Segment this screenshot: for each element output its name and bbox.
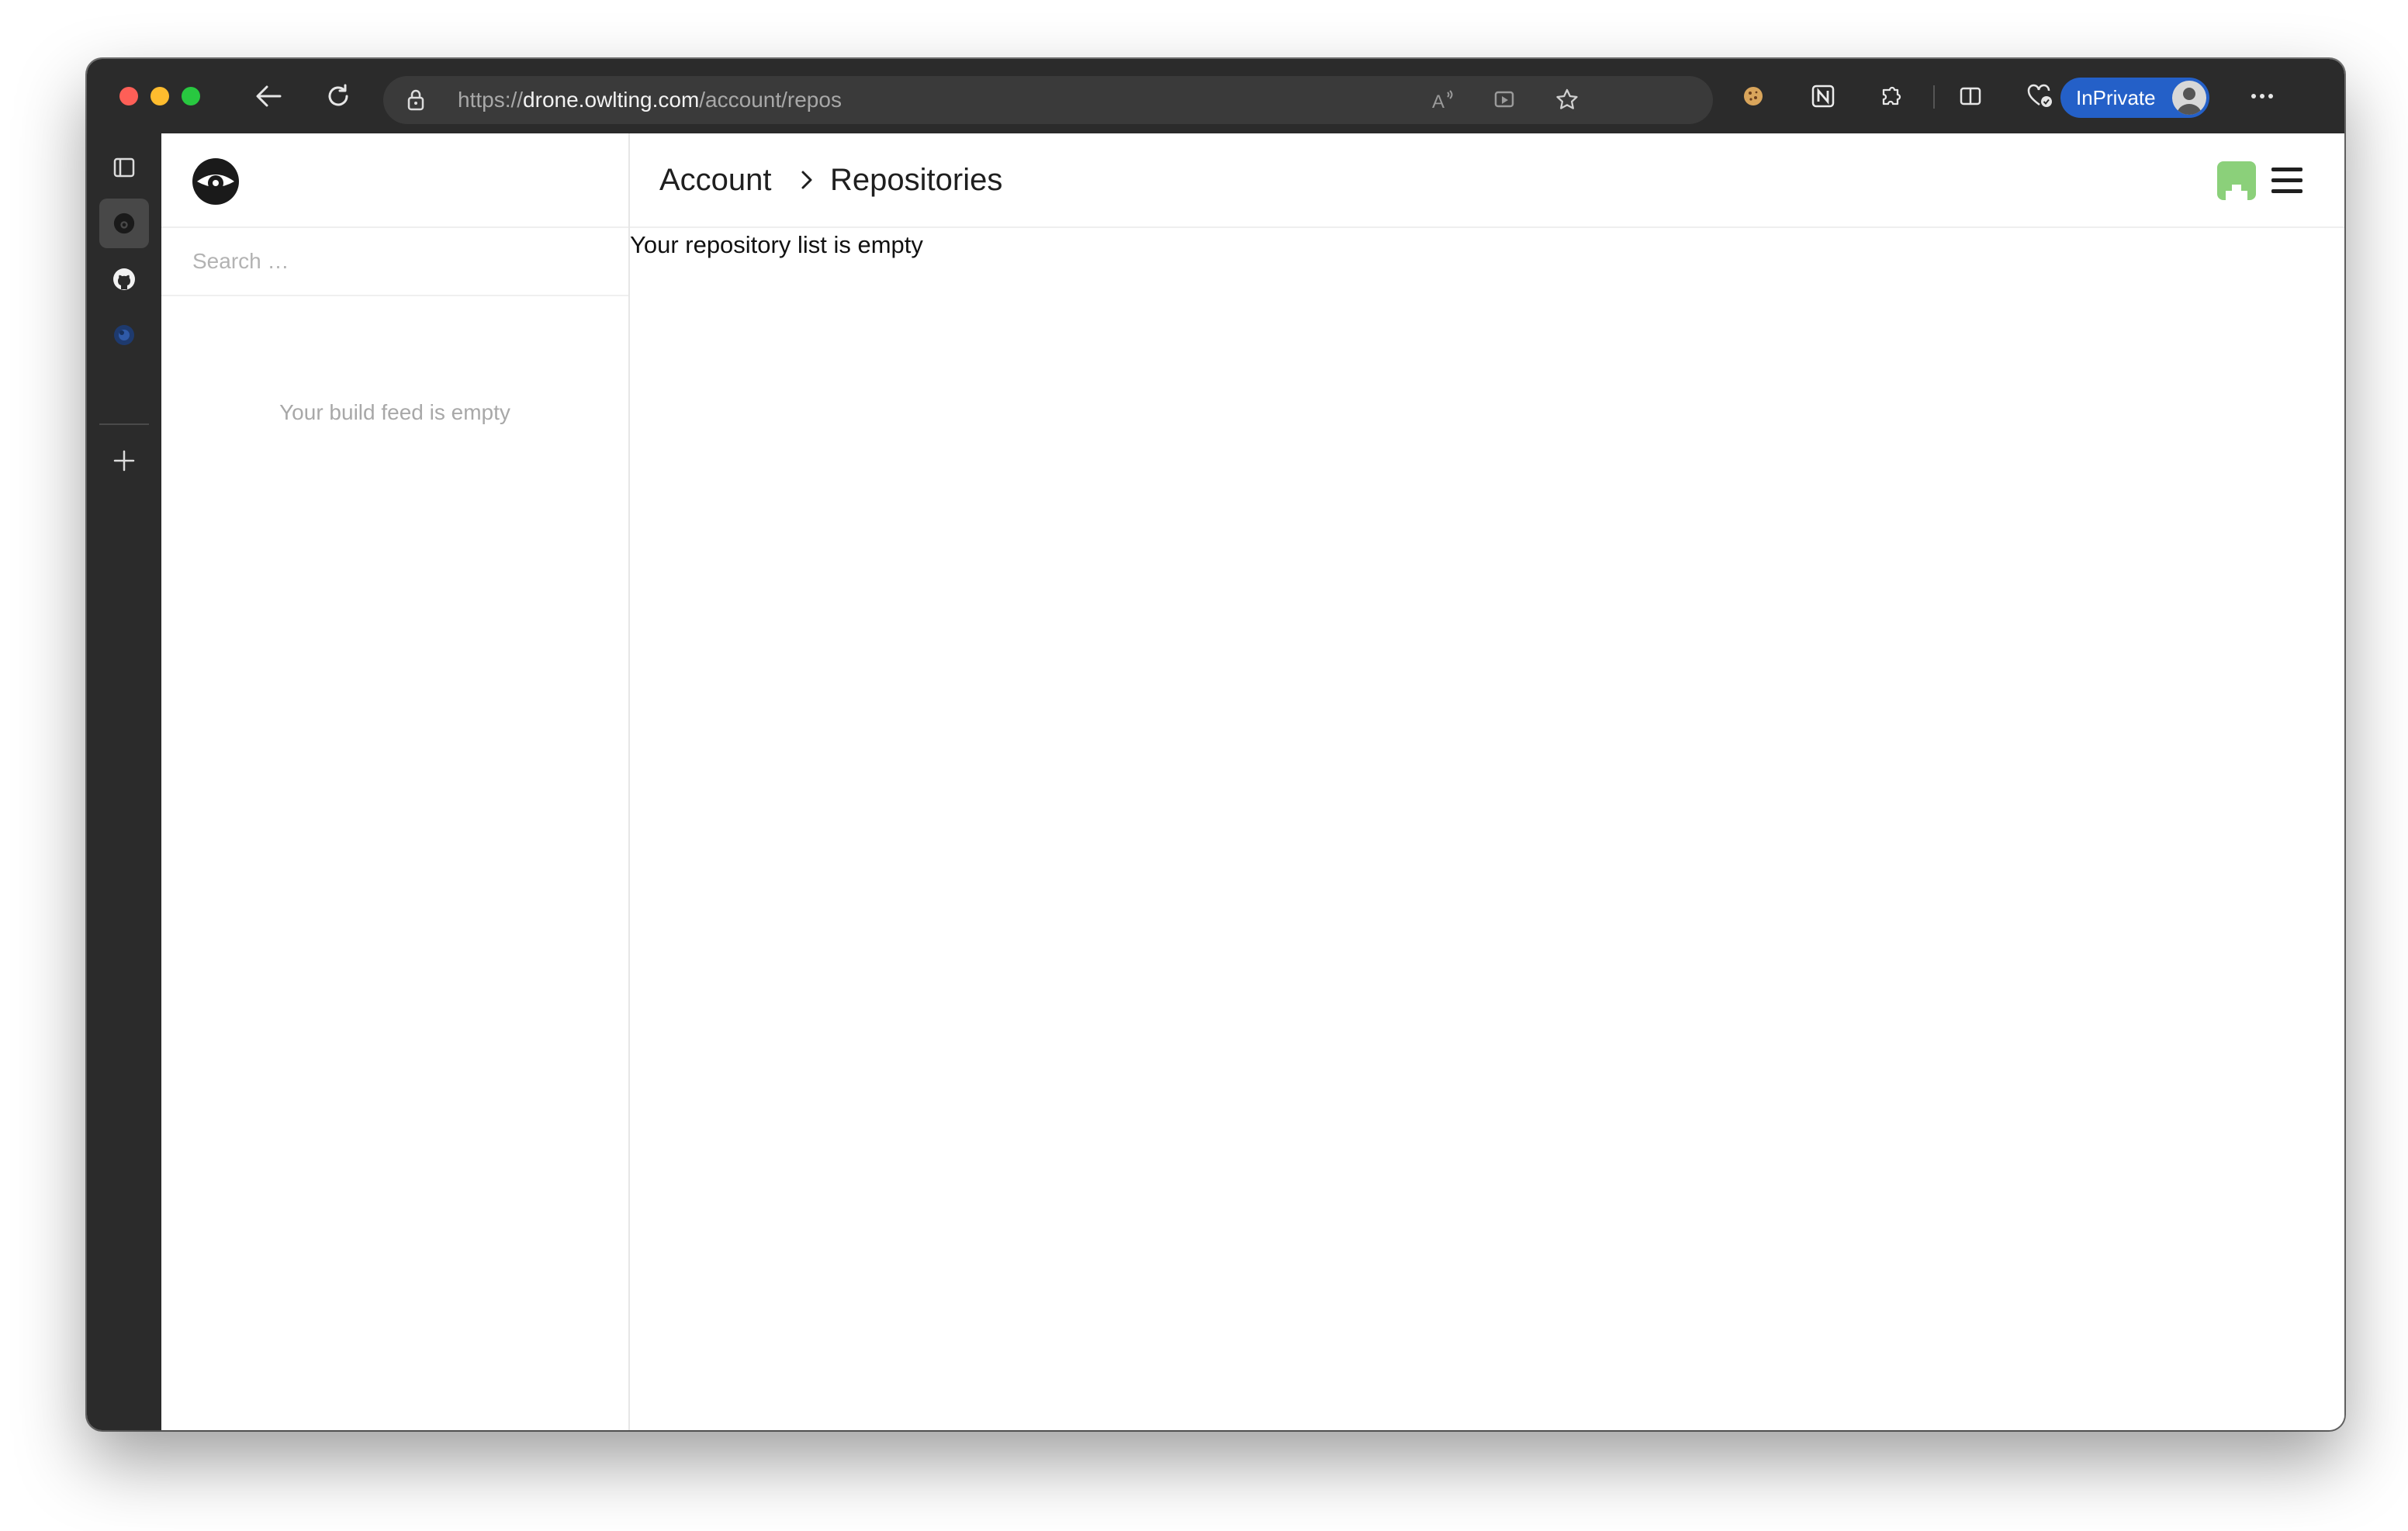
breadcrumb-account[interactable]: Account [659,133,772,226]
user-avatar[interactable] [2217,161,2256,200]
browser-window: https://drone.owlting.com/account/repos … [87,59,2344,1430]
read-aloud-icon[interactable]: A [1431,88,1455,112]
search-input[interactable] [161,228,628,296]
blue-circle-tab-icon[interactable] [99,310,149,360]
url-text[interactable]: https://drone.owlting.com/account/repos [458,76,842,124]
new-tab-plus-icon[interactable] [99,436,149,486]
address-bar[interactable]: https://drone.owlting.com/account/repos … [383,76,1713,124]
browser-essentials-icon[interactable] [2022,78,2059,115]
maximize-window-button[interactable] [182,87,200,105]
page-header: Account Repositories [630,133,2344,228]
more-icon[interactable] [2244,78,2281,115]
drone-tab-icon[interactable] [99,199,149,248]
hamburger-menu-icon[interactable] [2271,168,2302,194]
url-host: drone.owlting.com [523,88,700,112]
build-feed-empty-message: Your build feed is empty [279,400,510,424]
refresh-icon[interactable] [320,78,357,115]
notion-extension-icon[interactable] [1804,78,1842,115]
breadcrumb-repositories: Repositories [830,163,1003,197]
chevron-right-icon [801,171,812,189]
build-feed-sidebar: Your build feed is empty [161,133,630,1430]
url-scheme: https:// [458,88,524,112]
drone-logo-icon[interactable] [191,155,240,205]
browser-toolbar: https://drone.owlting.com/account/repos … [87,59,2344,133]
inprivate-profile-button[interactable]: InPrivate [2060,78,2209,118]
close-window-button[interactable] [119,87,138,105]
back-icon[interactable] [250,78,287,115]
github-tab-icon[interactable] [99,254,149,304]
vertical-tabs-divider [99,423,149,425]
favorite-star-icon[interactable] [1555,88,1579,112]
minimize-window-button[interactable] [150,87,169,105]
inprivate-label: InPrivate [2076,86,2156,109]
split-screen-icon[interactable] [1952,78,1989,115]
page-content: Your build feed is empty Account Reposit… [161,133,2344,1430]
repository-list-empty-message: Your repository list is empty [630,231,923,258]
main-panel: Account Repositories Your repository lis… [630,133,2344,1430]
immersive-reader-icon[interactable] [1493,88,1517,112]
cookie-extension-icon[interactable] [1735,78,1772,115]
vertical-tabs [87,133,161,1430]
profile-avatar [2172,81,2206,115]
svg-text:A: A [1432,92,1444,112]
logo-bar [161,133,628,228]
tab-actions-icon[interactable] [99,143,149,192]
toolbar-divider [1933,85,1935,109]
url-path: /account/repos [699,88,842,112]
lock-icon[interactable] [403,88,428,112]
extensions-icon[interactable] [1873,78,1910,115]
